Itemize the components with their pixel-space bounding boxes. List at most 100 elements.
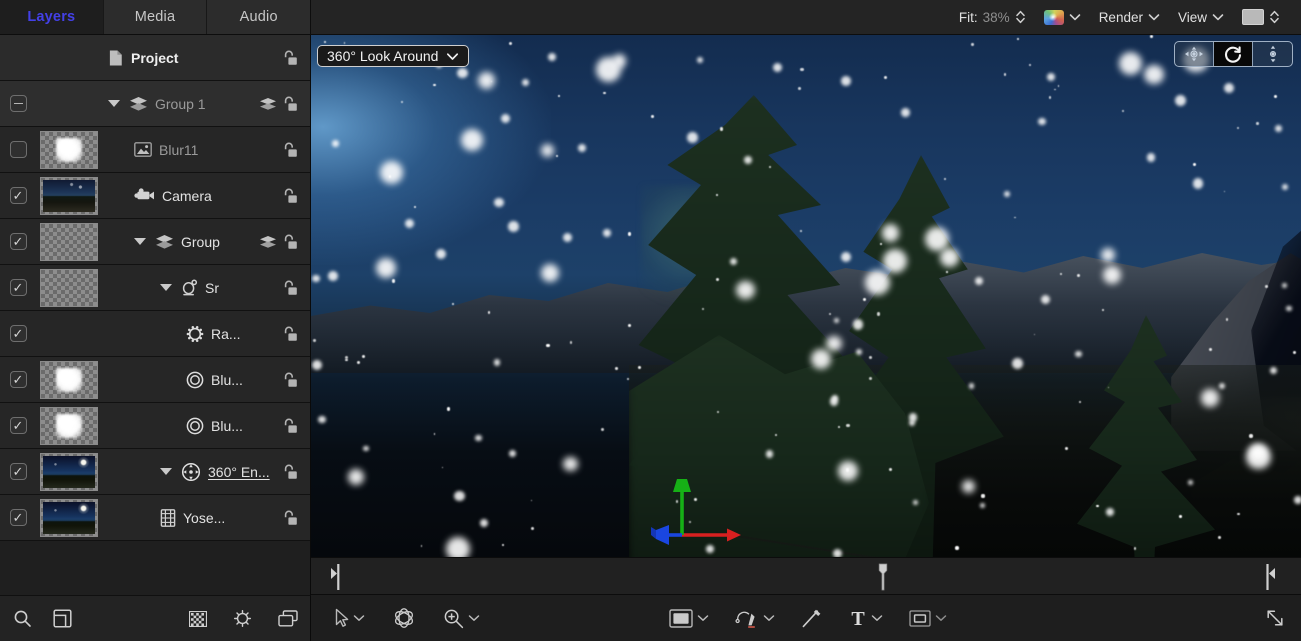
group-stack-icon[interactable] [259,235,277,249]
lock-open-icon[interactable] [282,234,298,250]
chevron-down-icon[interactable] [763,614,775,622]
chevron-down-icon[interactable] [353,614,365,622]
three-d-transform-tool[interactable] [387,607,421,629]
zoom-tool[interactable] [437,608,486,629]
view-mode-dropdown[interactable]: 360° Look Around [317,45,469,67]
layer-enable-checkbox[interactable] [10,95,27,112]
layer-row[interactable]: Group 1 [0,81,310,127]
mask-tool[interactable] [903,610,953,627]
search-icon[interactable] [13,609,32,628]
layer-name-cell[interactable]: Blur11 [102,142,256,158]
layer-enable-checkbox[interactable] [10,187,27,204]
layer-name-cell[interactable]: Blu... [102,371,256,389]
stepper-icon[interactable] [1269,9,1280,25]
layer-name-cell[interactable]: Group [102,234,256,250]
layer-name-cell[interactable]: Blu... [102,417,256,435]
chevron-down-icon[interactable] [446,52,459,61]
scene-render [311,35,1301,557]
lock-open-icon[interactable] [282,142,298,158]
disclosure-triangle-icon[interactable] [160,468,172,475]
lock-open-icon[interactable] [282,510,298,526]
chevron-down-icon[interactable] [871,614,883,622]
layer-row[interactable]: Project [0,35,310,81]
layer-row[interactable]: Camera [0,173,310,219]
layer-enable-checkbox[interactable] [10,279,27,296]
lock-open-icon[interactable] [282,464,298,480]
layer-name-cell[interactable]: Yose... [102,509,256,527]
mini-timeline[interactable] [311,557,1301,595]
layer-enable-checkbox[interactable] [10,509,27,526]
play-out-marker[interactable] [1265,564,1277,590]
select-tool[interactable] [329,608,371,628]
render-menu[interactable]: Render [1090,4,1169,30]
image-layer-icon [134,142,152,157]
filter-circle-icon [186,417,204,435]
layer-name-cell[interactable]: Sr [102,279,256,296]
nav-pan-button[interactable] [1175,42,1214,66]
chevron-down-icon[interactable] [697,614,709,622]
fit-zoom-control[interactable]: Fit: 38% [950,4,1035,30]
lock-open-icon[interactable] [282,50,298,66]
tab-layers[interactable]: Layers [0,0,104,34]
lock-open-icon[interactable] [282,96,298,112]
layer-enable-checkbox[interactable] [10,233,27,250]
viewer-canvas[interactable]: 360° Look Around [311,35,1301,557]
layer-thumbnail-cell [36,407,102,445]
resize-diagonal-icon[interactable] [1265,608,1285,628]
lock-open-icon[interactable] [282,326,298,342]
layer-enable-checkbox[interactable] [10,141,27,158]
pen-tool[interactable] [729,607,781,629]
layer-row[interactable]: 360° En... [0,449,310,495]
chevron-down-icon[interactable] [935,614,947,622]
lock-open-icon[interactable] [282,188,298,204]
layer-name-cell[interactable]: 360° En... [102,462,256,482]
layer-row[interactable]: Ra... [0,311,310,357]
disclosure-triangle-icon[interactable] [108,100,120,107]
color-channels-control[interactable] [1035,4,1090,30]
disclosure-triangle-icon[interactable] [160,284,172,291]
lock-open-icon[interactable] [282,372,298,388]
lock-open-icon[interactable] [282,280,298,296]
checkerboard-icon[interactable] [189,611,207,627]
layer-row[interactable]: Group [0,219,310,265]
disclosure-triangle-icon[interactable] [134,238,146,245]
layer-row[interactable]: Yose... [0,495,310,541]
tab-media[interactable]: Media [104,0,208,34]
shape-tool[interactable] [663,609,715,628]
svg-text:T: T [851,608,865,629]
layer-enable-checkbox[interactable] [10,325,27,342]
layer-name-cell[interactable]: Project [102,49,256,67]
layer-enable-checkbox[interactable] [10,417,27,434]
three-d-axis-gizmo[interactable] [649,475,745,545]
view-menu[interactable]: View [1169,4,1233,30]
text-tool[interactable]: T [843,607,889,629]
layer-name-cell[interactable]: Ra... [102,325,256,343]
layer-thumbnail [40,131,98,169]
nav-dolly-button[interactable] [1253,42,1292,66]
lock-open-icon[interactable] [282,418,298,434]
chevron-down-icon[interactable] [468,614,480,622]
play-in-marker[interactable] [329,564,341,590]
group-stack-icon[interactable] [259,97,277,111]
layer-name-cell[interactable]: Camera [102,188,256,204]
layer-name-cell[interactable]: Group 1 [102,96,256,112]
stepper-icon[interactable] [1015,9,1026,25]
nav-orbit-button[interactable] [1214,42,1253,66]
gear-icon[interactable] [233,609,252,628]
playhead-marker[interactable] [877,563,889,591]
duplicate-icon[interactable] [278,610,298,627]
canvas-background-control[interactable] [1233,4,1289,30]
paint-stroke-tool[interactable] [795,607,829,629]
chevron-down-icon[interactable] [1148,13,1160,21]
layer-row[interactable]: Blur11 [0,127,310,173]
tab-audio[interactable]: Audio [207,0,311,34]
layer-row[interactable]: Sr [0,265,310,311]
layer-list[interactable]: Project Group 1 Blur11 Camera Group Sr Ra... B… [0,35,311,595]
layer-row[interactable]: Blu... [0,403,310,449]
chevron-down-icon[interactable] [1212,13,1224,21]
new-group-icon[interactable] [53,609,72,628]
layer-enable-checkbox[interactable] [10,371,27,388]
layer-enable-checkbox[interactable] [10,463,27,480]
layer-row[interactable]: Blu... [0,357,310,403]
chevron-down-icon[interactable] [1069,13,1081,21]
